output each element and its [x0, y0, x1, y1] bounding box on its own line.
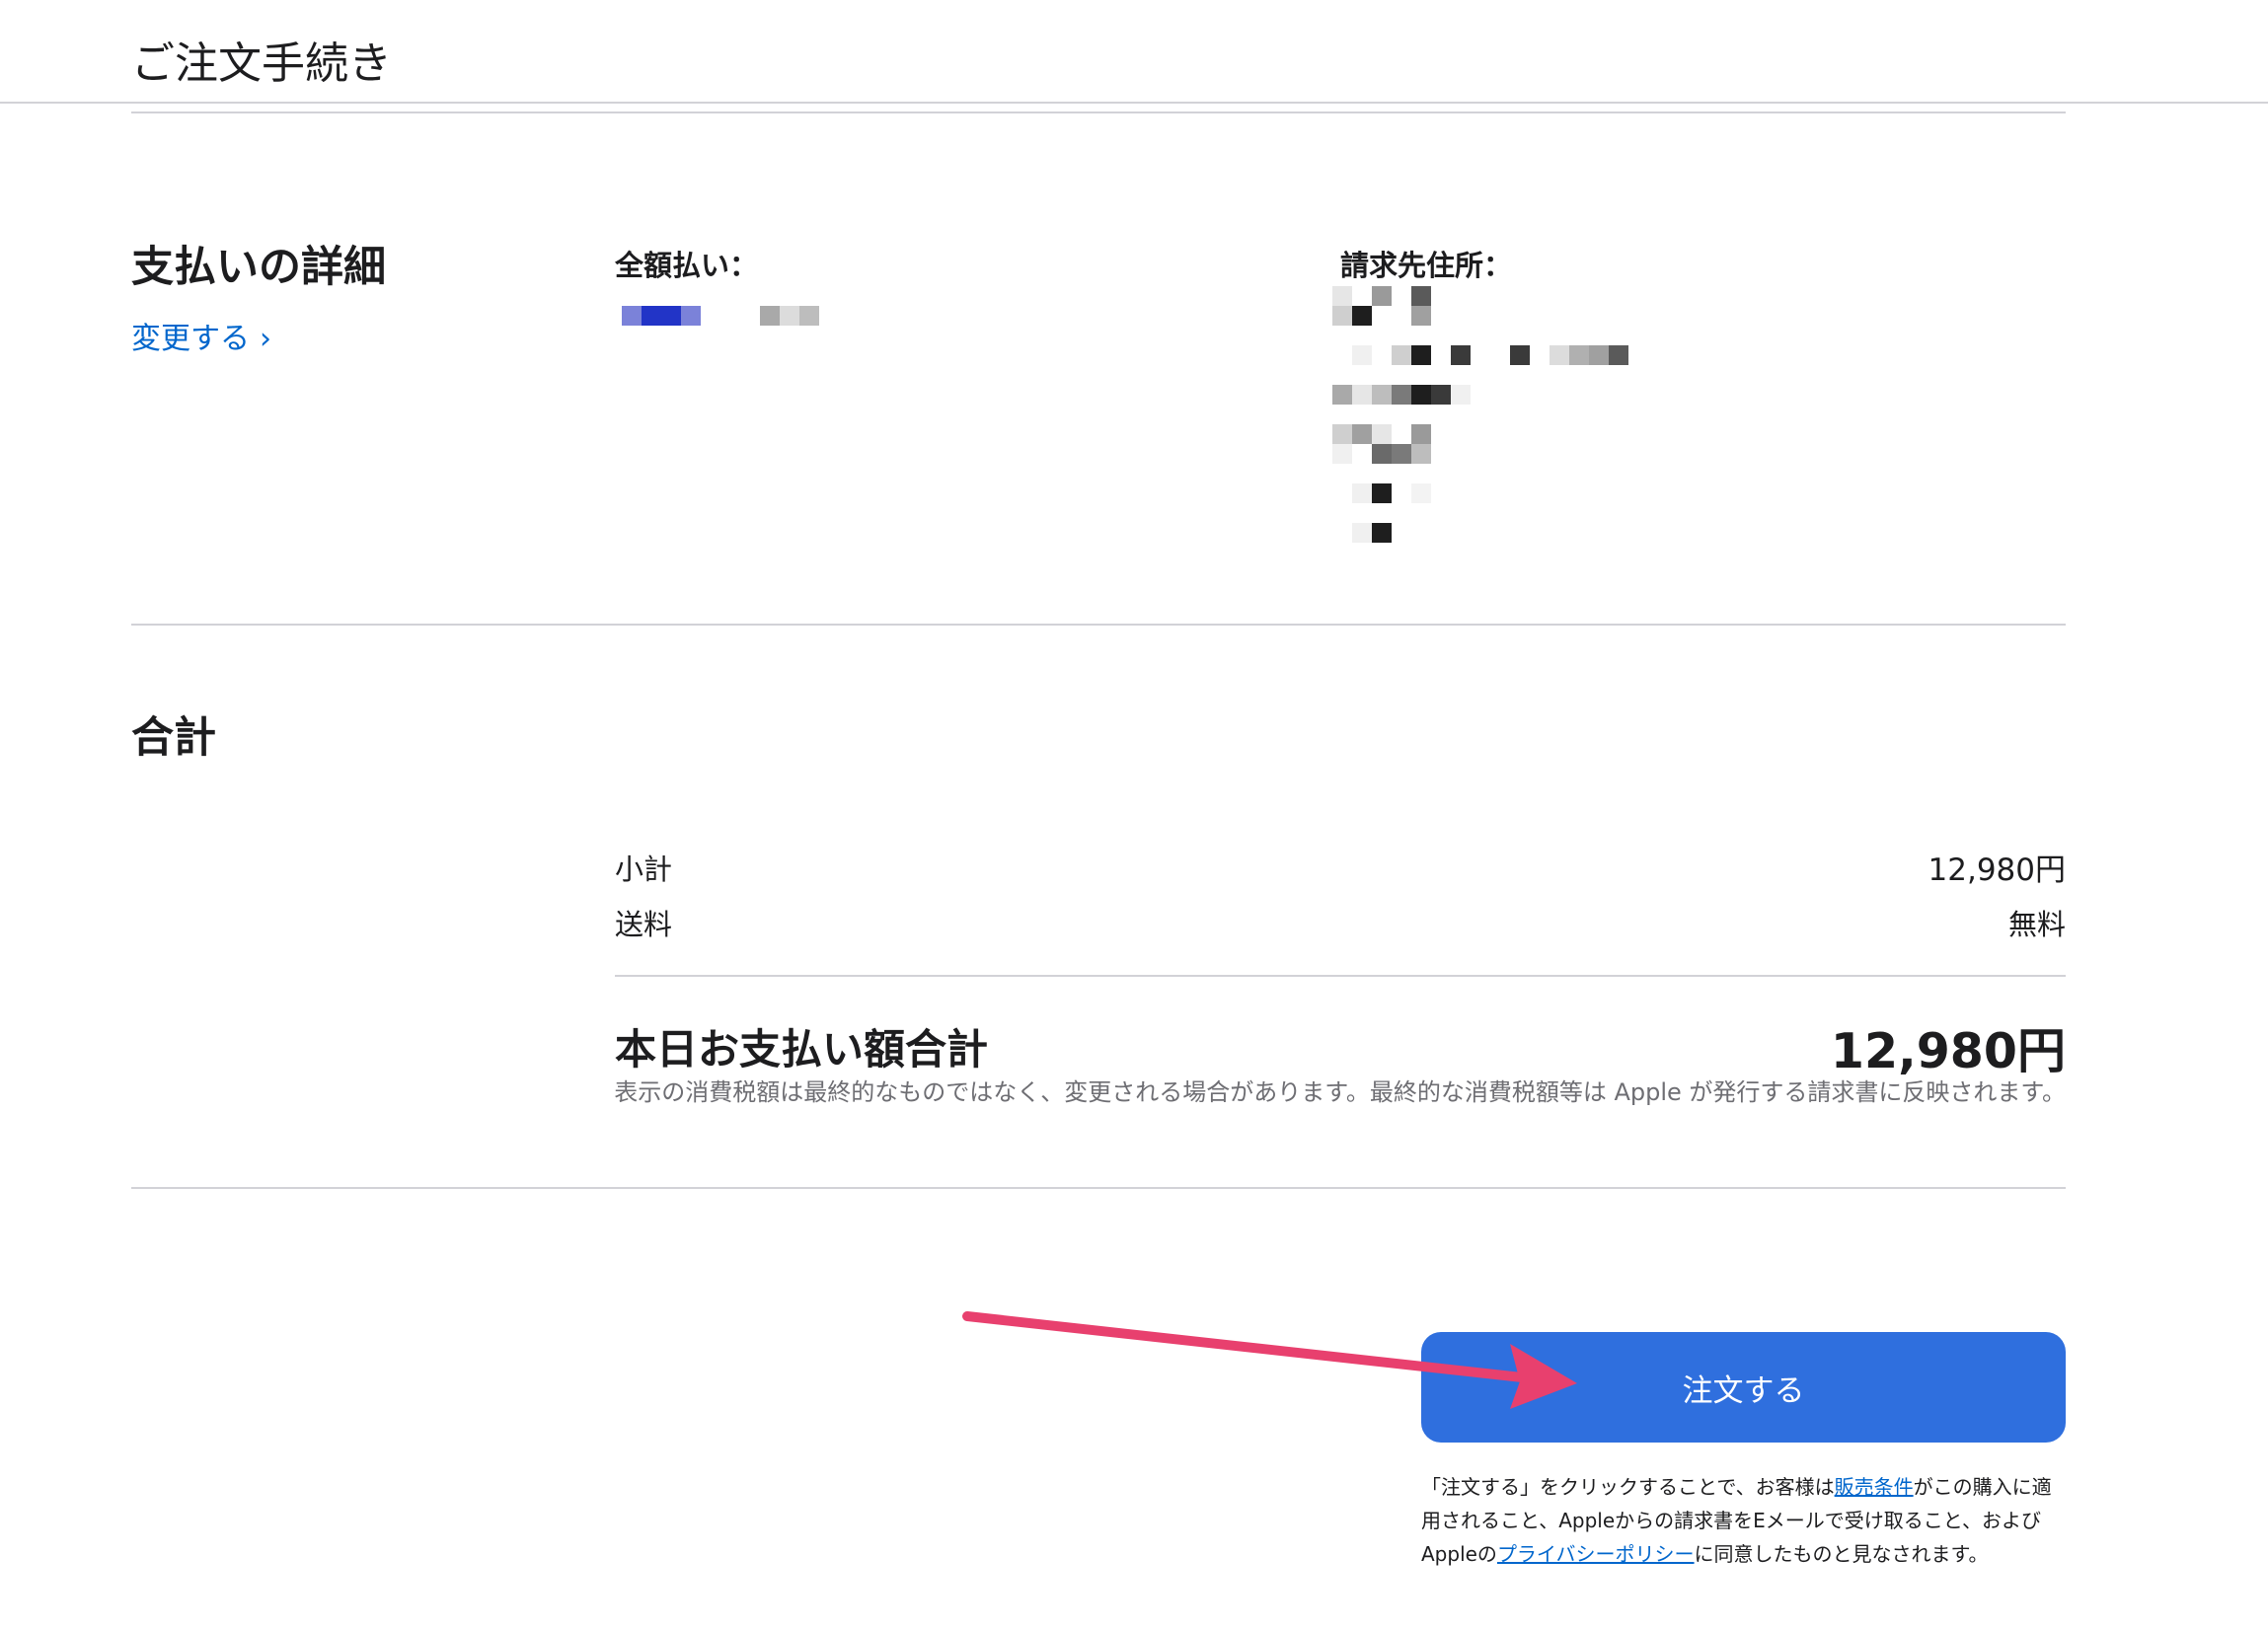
change-payment-label: 変更する — [131, 322, 250, 356]
subtotal-value: 12,980円 — [1928, 852, 2066, 888]
checkout-page: ご注文手続き 支払いの詳細 変更する › 全額払い： 請求先住所： 合計 小計 … — [0, 0, 2268, 1630]
grand-total-label: 本日お支払い額合計 — [615, 1025, 989, 1074]
place-order-button[interactable]: 注文する — [1421, 1332, 2066, 1443]
place-order-label: 注文する — [1682, 1372, 1805, 1409]
payment-details-title: 支払いの詳細 — [131, 243, 386, 292]
divider-subtotal — [615, 975, 2066, 977]
legal-notice: 「注文する」をクリックすることで、お客様は販売条件がこの購入に適用されること、A… — [1421, 1470, 2066, 1571]
change-payment-link[interactable]: 変更する › — [131, 314, 271, 357]
billing-address-label: 請求先住所： — [1340, 249, 1513, 282]
shipping-label: 送料 — [615, 908, 673, 941]
chevron-right-icon: › — [260, 322, 271, 356]
tax-note: 表示の消費税額は最終的なものではなく、変更される場合があります。最終的な消費税額… — [614, 1078, 2066, 1106]
divider-totals — [131, 1187, 2066, 1189]
page-header: ご注文手続き — [0, 0, 2268, 104]
page-title: ご注文手続き — [131, 38, 392, 89]
divider-payment — [131, 624, 2066, 626]
legal-text-1: 「注文する」をクリックすることで、お客様は — [1421, 1475, 1835, 1499]
totals-title: 合計 — [131, 713, 216, 763]
divider-top — [131, 111, 2066, 113]
terms-of-sale-link[interactable]: 販売条件 — [1835, 1475, 1914, 1499]
privacy-policy-link[interactable]: プライバシーポリシー — [1497, 1542, 1695, 1566]
full-payment-label: 全額払い： — [615, 249, 759, 282]
subtotal-label: 小計 — [615, 852, 673, 886]
legal-text-3: に同意したものと見なされます。 — [1694, 1542, 1989, 1566]
shipping-value: 無料 — [2007, 908, 2066, 941]
